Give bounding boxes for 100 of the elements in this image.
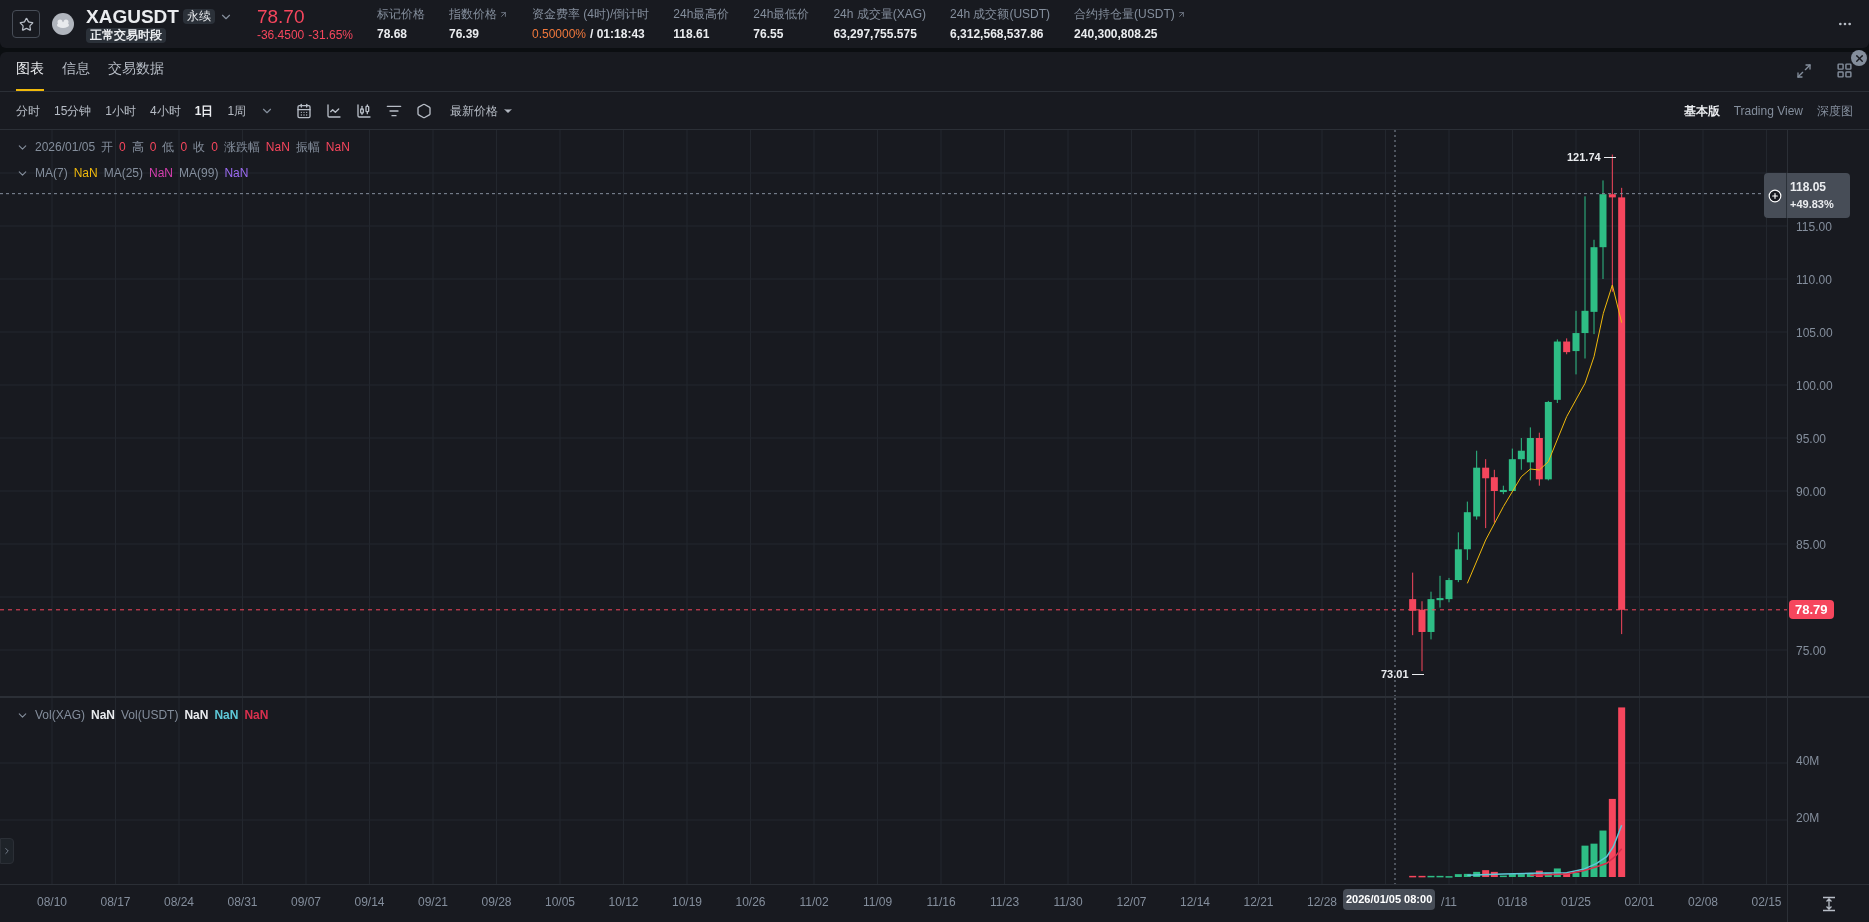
legend-label: 收	[193, 139, 206, 156]
last-price: 78.70	[256, 4, 306, 29]
legend-label: 低	[162, 139, 175, 156]
legend-value: 0	[211, 139, 218, 156]
ma-value: NaN	[224, 165, 249, 182]
date-tick: 12/07	[1116, 896, 1147, 908]
legend-label: 开	[101, 139, 114, 156]
view-button[interactable]: 基本版	[1683, 101, 1720, 120]
close-icon	[1853, 52, 1865, 64]
stat-label: 资金费率 (4时)/倒计时	[532, 6, 650, 22]
hexagon-icon[interactable]	[416, 102, 433, 119]
date-tick: 01/18	[1497, 896, 1528, 908]
star-icon	[18, 16, 34, 32]
volume-label: Vol(USDT)	[121, 707, 179, 724]
ma-label: MA(25)	[103, 165, 144, 182]
legend-label: 振幅	[295, 139, 320, 156]
price-tick: 100.00	[1796, 380, 1833, 392]
layout-icon[interactable]	[1836, 62, 1853, 79]
stat-label: 指数价格	[449, 6, 497, 22]
stat-label: 标记价格	[377, 6, 425, 22]
price-type-dropdown[interactable]: 最新价格	[450, 101, 515, 120]
interval-button[interactable]: 1小时	[105, 101, 137, 120]
volume-value: NaN	[91, 707, 116, 724]
last-price-badge: 78.79	[1789, 600, 1834, 619]
view-button[interactable]: 深度图	[1817, 101, 1853, 120]
favorite-button[interactable]	[12, 10, 40, 38]
funding-rate: 0.50000%	[532, 26, 587, 42]
date-tick: 09/21	[418, 896, 448, 908]
date-tick: 01/25	[1561, 896, 1591, 908]
countdown: / 01:18:43	[590, 26, 645, 42]
date-tick: /11	[1441, 896, 1457, 908]
price-tick: 95.00	[1796, 433, 1827, 445]
sidebar-toggle[interactable]	[0, 838, 14, 864]
date-tick: 08/24	[164, 896, 194, 908]
interval-button[interactable]: 4小时	[150, 101, 181, 120]
line-chart-icon[interactable]	[326, 102, 343, 119]
session-tag: 正常交易时段	[86, 28, 166, 44]
low-price-label: 73.01	[1381, 667, 1409, 682]
date-tick: 11/09	[862, 896, 893, 908]
arrow-icon[interactable]	[1176, 9, 1186, 19]
ma-label: MA(99)	[179, 165, 219, 182]
stat-label: 24h 成交量(XAG)	[833, 6, 927, 22]
price-tick: 115.00	[1796, 221, 1832, 233]
contract-tag: 永续	[182, 9, 215, 24]
legend-value: NaN	[265, 139, 290, 156]
price-change: -36.4500	[256, 28, 305, 44]
volume-value: NaN	[214, 707, 239, 724]
date-tick: 02/01	[1624, 896, 1655, 908]
candlestick-icon[interactable]	[356, 102, 373, 119]
view-button[interactable]: Trading View	[1733, 101, 1803, 120]
add-icon[interactable]	[1768, 188, 1782, 203]
arrow-icon[interactable]	[499, 9, 508, 19]
date-tick: 08/10	[37, 896, 67, 908]
stat-label: 24h 成交额(USDT)	[950, 6, 1051, 22]
interval-button[interactable]: 分时	[16, 101, 40, 120]
date-tick: 10/12	[608, 896, 639, 908]
stat-value: 63,297,755.575	[833, 26, 918, 42]
legend-value: 0	[149, 139, 157, 156]
change-percent: -31.65%	[308, 28, 353, 44]
date-tick: 11/16	[926, 896, 956, 908]
volume-tick: 20M	[1796, 812, 1820, 824]
symbol-name: XAGUSDT	[86, 4, 179, 29]
price-tick: 90.00	[1796, 486, 1827, 498]
close-button[interactable]	[1851, 50, 1867, 66]
stat-value: 6,312,568,537.86	[950, 26, 1045, 42]
legend-label: 高	[131, 139, 144, 156]
stat-value: 76.55	[753, 26, 785, 42]
crosshair-change: +49.83%	[1790, 199, 1835, 210]
interval-button[interactable]: 1日	[194, 101, 214, 120]
stat-label: 24h最低价	[753, 6, 810, 22]
date-tick: 02/08	[1688, 896, 1718, 908]
date-tick: 10/19	[672, 896, 702, 908]
calendar-icon[interactable]	[296, 102, 313, 119]
legend-date: 2026/01/05	[35, 139, 96, 156]
stat-label: 合约持仓量(USDT)	[1074, 6, 1175, 22]
date-tick: 11/23	[989, 896, 1020, 908]
fit-icon[interactable]	[1820, 895, 1837, 912]
date-tick: 08/17	[100, 896, 131, 908]
chevron-icon	[2, 846, 12, 856]
coin-icon	[52, 13, 74, 35]
interval-button[interactable]: 1周	[227, 101, 247, 120]
volume-value: NaN	[184, 707, 209, 724]
date-tick: 02/15	[1751, 896, 1782, 908]
volume-tick: 40M	[1796, 755, 1820, 767]
tab[interactable]: 信息	[62, 58, 90, 91]
ma-label: MA(7)	[35, 165, 68, 182]
interval-button[interactable]: 15分钟	[54, 101, 92, 120]
expand-icon[interactable]	[1796, 63, 1812, 79]
stat-label: 24h最高价	[673, 6, 730, 22]
volume-value: NaN	[244, 707, 269, 724]
volume-label: Vol(XAG)	[35, 707, 85, 724]
tab[interactable]: 图表	[16, 58, 44, 91]
tab[interactable]: 交易数据	[108, 58, 164, 91]
stat-value: 78.68	[377, 26, 408, 42]
date-tick: 11/30	[1053, 896, 1083, 908]
high-price-label: 121.74	[1567, 150, 1601, 165]
date-tick: 12/14	[1180, 896, 1210, 908]
stat-value: 118.61	[673, 26, 711, 42]
date-tick: 11/02	[799, 896, 829, 908]
stat-value: 240,300,808.25	[1074, 26, 1159, 42]
